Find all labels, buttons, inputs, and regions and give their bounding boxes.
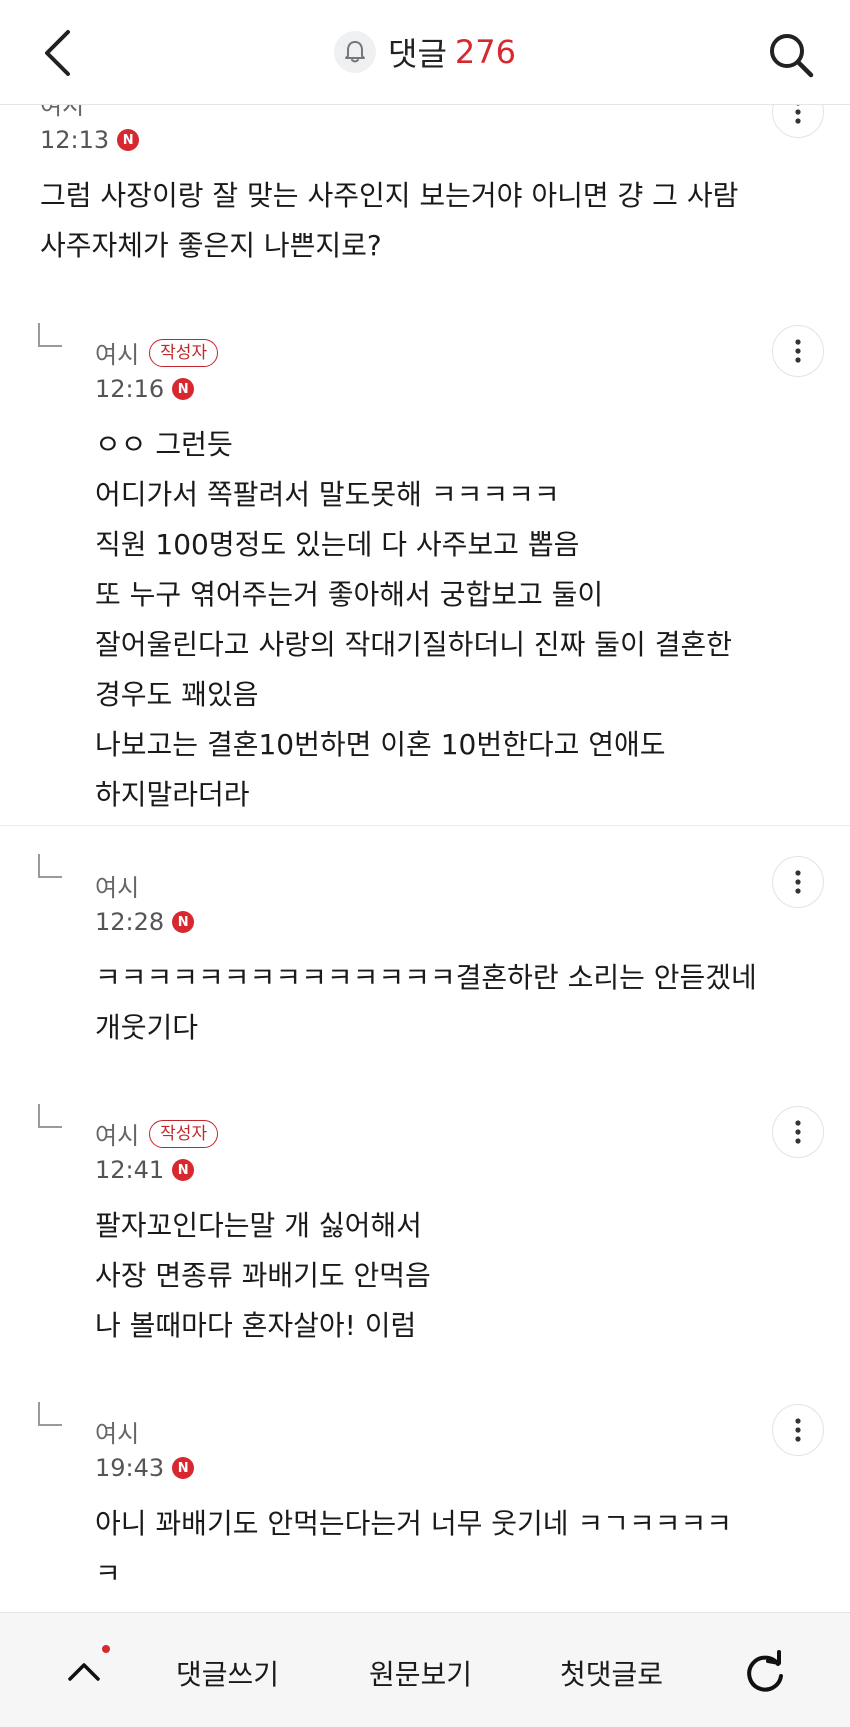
- more-vertical-icon: [795, 1120, 801, 1144]
- comment-body: 그럼 사장이랑 잘 맞는 사주인지 보는거야 아니면 걍 그 사람 사주자체가 …: [40, 179, 739, 262]
- more-options-button[interactable]: [772, 1404, 824, 1456]
- page-title: 댓글: [388, 35, 447, 73]
- comment-body: ㅋㅋㅋㅋㅋㅋㅋㅋㅋㅋㅋㅋㅋㅋ결혼하란 소리는 안듣겠네 개웃기다: [95, 961, 757, 1044]
- comment-time: 12:41 N: [95, 1156, 195, 1184]
- comment-time: 12:28 N: [95, 908, 195, 936]
- comment-item: 여시 작성자 12:16 N ㅇㅇ 그런듯 어디가서 쪽팔려서 말도못해 ㅋㅋㅋ…: [0, 295, 850, 826]
- header-title: 댓글 276: [0, 0, 850, 104]
- notification-dot: [102, 1645, 110, 1653]
- refresh-icon: [747, 1650, 783, 1692]
- comment-item: 여시 12:28 N ㅋㅋㅋㅋㅋㅋㅋㅋㅋㅋㅋㅋㅋㅋ결혼하란 소리는 안듣겠네 개…: [0, 826, 850, 1077]
- scroll-up-button[interactable]: [64, 1651, 104, 1691]
- new-badge: N: [117, 129, 140, 151]
- more-vertical-icon: [795, 1418, 801, 1442]
- comment-body: 아니 꽈배기도 안먹는다는거 너무 웃기네 ㅋㄱㅋㅋㅋㅋ ㅋ: [95, 1507, 732, 1590]
- writer-badge: 작성자: [149, 1119, 219, 1148]
- refresh-button[interactable]: [742, 1649, 788, 1695]
- write-comment-button[interactable]: 댓글쓰기: [176, 1653, 279, 1693]
- more-options-button[interactable]: [772, 1106, 824, 1158]
- more-vertical-icon: [795, 870, 801, 894]
- comment-body: ㅇㅇ 그런듯 어디가서 쪽팔려서 말도못해 ㅋㅋㅋㅋㅋ 직원 100명정도 있는…: [95, 428, 732, 811]
- more-vertical-icon: [795, 339, 801, 363]
- new-badge: N: [172, 378, 195, 400]
- comment-author[interactable]: 여시: [95, 1414, 139, 1449]
- header-bar: 댓글 276: [0, 0, 850, 105]
- new-badge: N: [172, 1159, 195, 1181]
- comment-item: 여시 19:43 N 아니 꽈배기도 안먹는다는거 너무 웃기네 ㅋㄱㅋㅋㅋㅋ …: [0, 1374, 850, 1614]
- comment-author[interactable]: 여시 작성자: [95, 335, 219, 370]
- comment-time: 12:13 N: [40, 126, 140, 154]
- comment-time: 19:43 N: [95, 1454, 195, 1482]
- reply-indicator-icon: [38, 1402, 62, 1426]
- bottom-action-bar: 댓글쓰기 원문보기 첫댓글로: [0, 1612, 850, 1727]
- writer-badge: 작성자: [149, 338, 219, 367]
- reply-indicator-icon: [38, 323, 62, 347]
- first-comment-button[interactable]: 첫댓글로: [560, 1653, 663, 1693]
- search-icon: [770, 34, 814, 78]
- comment-time: 12:16 N: [95, 375, 195, 403]
- reply-indicator-icon: [38, 1104, 62, 1128]
- bell-icon[interactable]: [334, 31, 377, 73]
- search-button[interactable]: [766, 30, 816, 80]
- comment-author[interactable]: 여시: [95, 868, 139, 903]
- reply-indicator-icon: [38, 854, 62, 878]
- comment-count: 276: [454, 33, 516, 71]
- new-badge: N: [172, 1457, 195, 1479]
- more-options-button[interactable]: [772, 325, 824, 377]
- chevron-up-icon: [68, 1663, 100, 1681]
- comment-item: 여시 작성자 12:41 N 팔자꼬인다는말 개 싫어해서 사장 면종류 꽈배기…: [0, 1076, 850, 1375]
- new-badge: N: [172, 911, 195, 933]
- view-original-button[interactable]: 원문보기: [369, 1653, 472, 1693]
- comment-author[interactable]: 여시 작성자: [95, 1116, 219, 1151]
- comment-body: 팔자꼬인다는말 개 싫어해서 사장 면종류 꽈배기도 안먹음 나 볼때마다 혼자…: [95, 1209, 431, 1342]
- more-options-button[interactable]: [772, 856, 824, 908]
